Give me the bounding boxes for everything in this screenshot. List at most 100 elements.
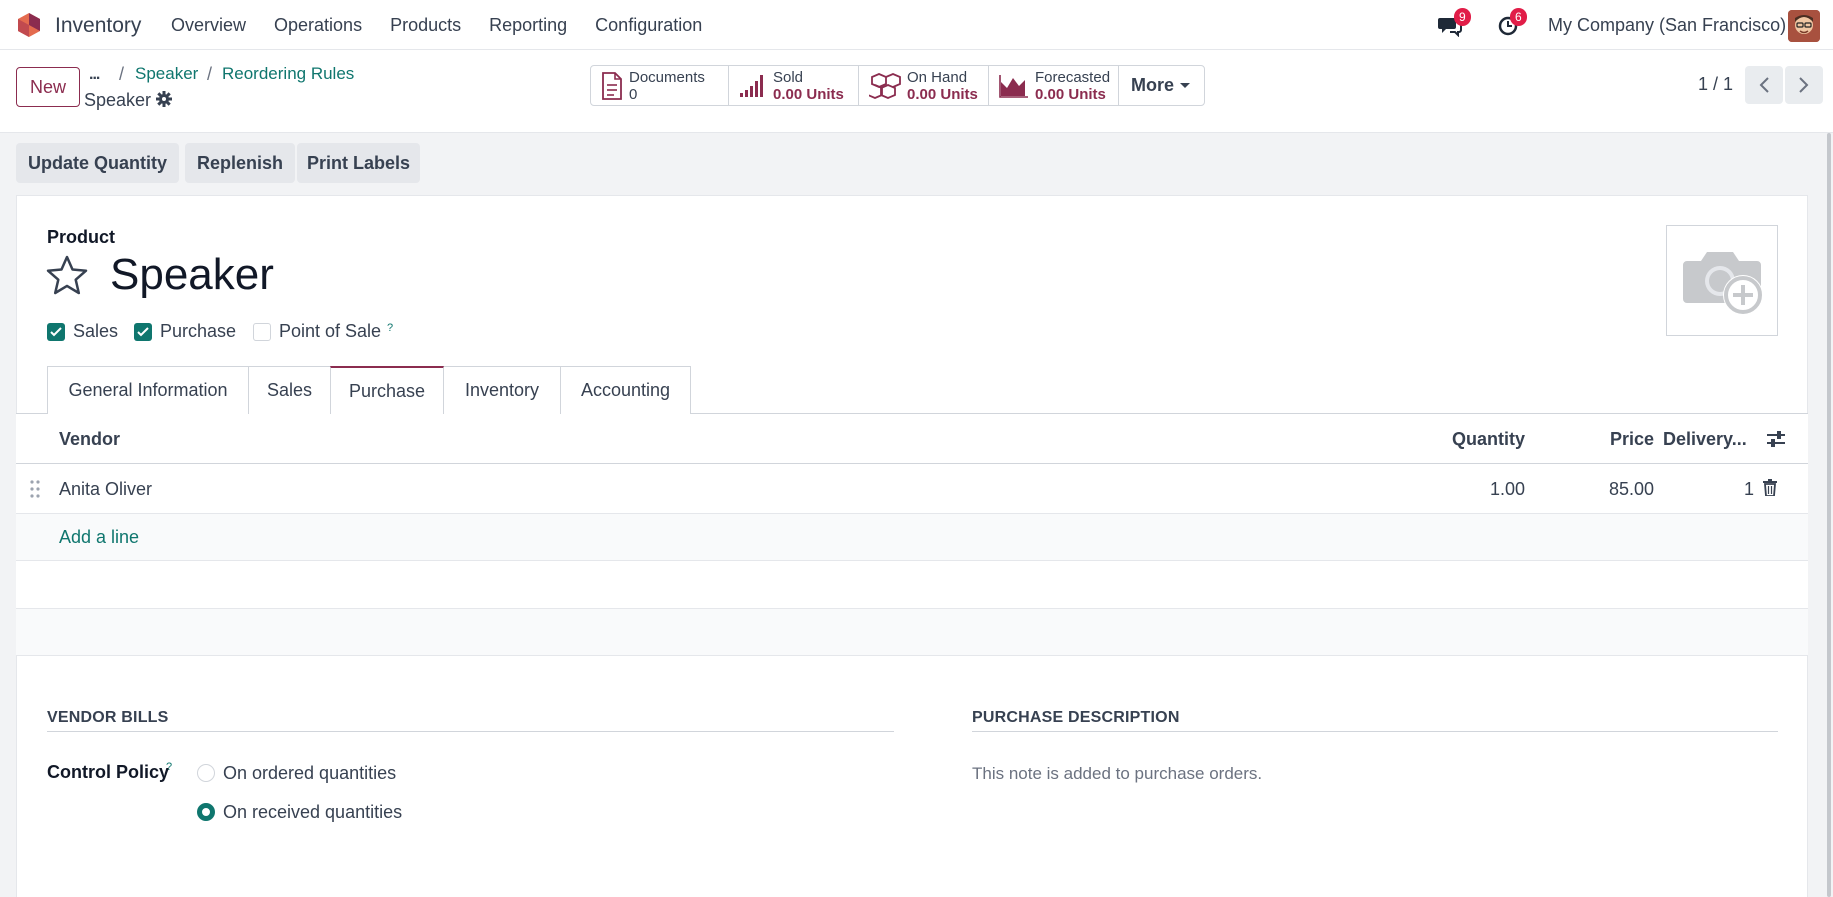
vendor-bills-title: VENDOR BILLS — [47, 709, 169, 726]
help-tooltip-icon[interactable]: ? — [387, 322, 393, 334]
cell-vendor[interactable]: Anita Oliver — [59, 479, 152, 500]
menu-overview[interactable]: Overview — [171, 15, 246, 36]
check-icon — [137, 327, 149, 337]
pager-value[interactable]: 1 / 1 — [1698, 74, 1733, 95]
sold-label: Sold — [773, 68, 804, 86]
section-divider — [972, 731, 1778, 732]
menu-reporting[interactable]: Reporting — [489, 15, 567, 36]
control-panel: New ... / Speaker / Reordering Rules Spe… — [0, 50, 1833, 133]
new-button[interactable]: New — [16, 67, 80, 107]
documents-label: Documents — [629, 68, 705, 86]
radio-ordered-quantities-label[interactable]: On ordered quantities — [223, 763, 396, 784]
menu-operations[interactable]: Operations — [274, 15, 362, 36]
point-of-sale-checkbox-label[interactable]: Point of Sale — [279, 321, 381, 342]
company-switcher[interactable]: My Company (San Francisco) — [1548, 15, 1786, 36]
breadcrumb-more[interactable]: ... — [89, 66, 100, 84]
purchase-checkbox[interactable] — [134, 323, 152, 341]
radio-ordered-quantities[interactable] — [197, 764, 215, 782]
forecasted-label: Forecasted — [1035, 68, 1111, 86]
app-logo-icon[interactable] — [16, 12, 42, 38]
main-menu: Overview Operations Products Reporting C… — [171, 15, 730, 36]
control-policy-label: Control Policy — [47, 762, 170, 782]
column-quantity[interactable]: Quantity — [1452, 429, 1525, 450]
point-of-sale-checkbox[interactable] — [253, 323, 271, 341]
caret-down-icon — [1180, 82, 1191, 88]
product-label: Product — [47, 227, 116, 247]
check-icon — [50, 327, 62, 337]
pager-previous-button[interactable] — [1745, 66, 1783, 104]
vendors-table-header: Vendor Quantity Price Delivery... — [16, 414, 1808, 464]
cell-price[interactable]: 85.00 — [1609, 479, 1654, 500]
menu-configuration[interactable]: Configuration — [595, 15, 702, 36]
sold-value: 0.00 Units — [773, 85, 844, 103]
messages-button[interactable]: 9 — [1438, 8, 1471, 42]
purchase-description-title: PURCHASE DESCRIPTION — [972, 709, 1180, 726]
empty-row — [16, 561, 1808, 609]
document-icon — [601, 71, 623, 100]
documents-smart-button[interactable]: Documents 0 — [591, 66, 729, 105]
breadcrumb-separator: / — [207, 64, 213, 84]
purchase-description-input[interactable]: This note is added to purchase orders. — [972, 764, 1262, 784]
product-name[interactable]: Speaker — [110, 250, 274, 300]
drag-handle-icon[interactable] — [30, 480, 40, 498]
menu-products[interactable]: Products — [390, 15, 461, 36]
tab-accounting[interactable]: Accounting — [560, 366, 691, 414]
purchase-checkbox-label[interactable]: Purchase — [160, 321, 236, 342]
tab-inventory[interactable]: Inventory — [443, 366, 561, 414]
activities-badge: 6 — [1510, 8, 1527, 26]
replenish-button[interactable]: Replenish — [185, 143, 295, 183]
column-delivery[interactable]: Delivery... — [1663, 429, 1747, 450]
sales-checkbox-label[interactable]: Sales — [73, 321, 118, 342]
documents-count: 0 — [629, 85, 638, 103]
more-label: More — [1131, 75, 1175, 95]
cell-quantity[interactable]: 1.00 — [1490, 479, 1525, 500]
app-name[interactable]: Inventory — [55, 14, 141, 38]
camera-add-icon — [1683, 251, 1763, 315]
sold-smart-button[interactable]: Sold 0.00 Units — [729, 66, 859, 105]
radio-received-quantities[interactable] — [197, 803, 215, 821]
cubes-icon — [869, 72, 901, 99]
product-image-upload[interactable] — [1666, 225, 1778, 336]
breadcrumb-current: Speaker — [84, 90, 152, 110]
star-icon[interactable] — [46, 255, 88, 295]
empty-row — [16, 609, 1808, 656]
print-labels-button[interactable]: Print Labels — [297, 143, 420, 183]
add-line-row: Add a line — [16, 514, 1808, 561]
area-chart-icon — [999, 74, 1029, 98]
sales-checkbox[interactable] — [47, 323, 65, 341]
cell-delivery[interactable]: 1 — [1744, 479, 1754, 500]
add-a-line-link[interactable]: Add a line — [59, 527, 139, 548]
forecasted-value: 0.00 Units — [1035, 85, 1106, 103]
messages-badge: 9 — [1454, 8, 1471, 26]
bar-chart-icon — [739, 74, 767, 98]
activities-button[interactable]: 6 — [1497, 8, 1527, 42]
forecasted-smart-button[interactable]: Forecasted 0.00 Units — [989, 66, 1119, 105]
gear-icon[interactable] — [156, 91, 172, 107]
tab-sales[interactable]: Sales — [248, 366, 331, 414]
pager-next-button[interactable] — [1785, 66, 1823, 104]
optional-columns-icon[interactable] — [1766, 430, 1786, 448]
column-vendor[interactable]: Vendor — [59, 429, 120, 450]
scrollbar[interactable] — [1827, 133, 1831, 897]
section-divider — [47, 731, 894, 732]
trash-icon[interactable] — [1763, 479, 1777, 496]
on-hand-value: 0.00 Units — [907, 85, 978, 103]
chevron-left-icon — [1759, 77, 1769, 93]
tab-general-information[interactable]: General Information — [47, 366, 249, 414]
smart-buttons: Documents 0 Sold 0.00 Units On Hand 0.00 Un… — [590, 65, 1205, 106]
breadcrumb-reordering-rules[interactable]: Reordering Rules — [222, 64, 354, 84]
top-navbar: Inventory Overview Operations Products R… — [0, 0, 1833, 50]
on-hand-smart-button[interactable]: On Hand 0.00 Units — [859, 66, 989, 105]
radio-received-quantities-label[interactable]: On received quantities — [223, 802, 402, 823]
chevron-right-icon — [1799, 77, 1809, 93]
table-row[interactable]: Anita Oliver 1.00 85.00 1 — [16, 464, 1808, 514]
update-quantity-button[interactable]: Update Quantity — [16, 143, 179, 183]
on-hand-label: On Hand — [907, 68, 968, 86]
help-tooltip-icon[interactable]: ? — [166, 761, 172, 773]
tab-purchase[interactable]: Purchase — [330, 366, 444, 414]
breadcrumb-speaker[interactable]: Speaker — [135, 64, 198, 84]
more-smart-button[interactable]: More — [1119, 66, 1204, 105]
breadcrumb-separator: / — [119, 64, 125, 84]
user-avatar[interactable] — [1788, 10, 1820, 42]
column-price[interactable]: Price — [1610, 429, 1654, 450]
